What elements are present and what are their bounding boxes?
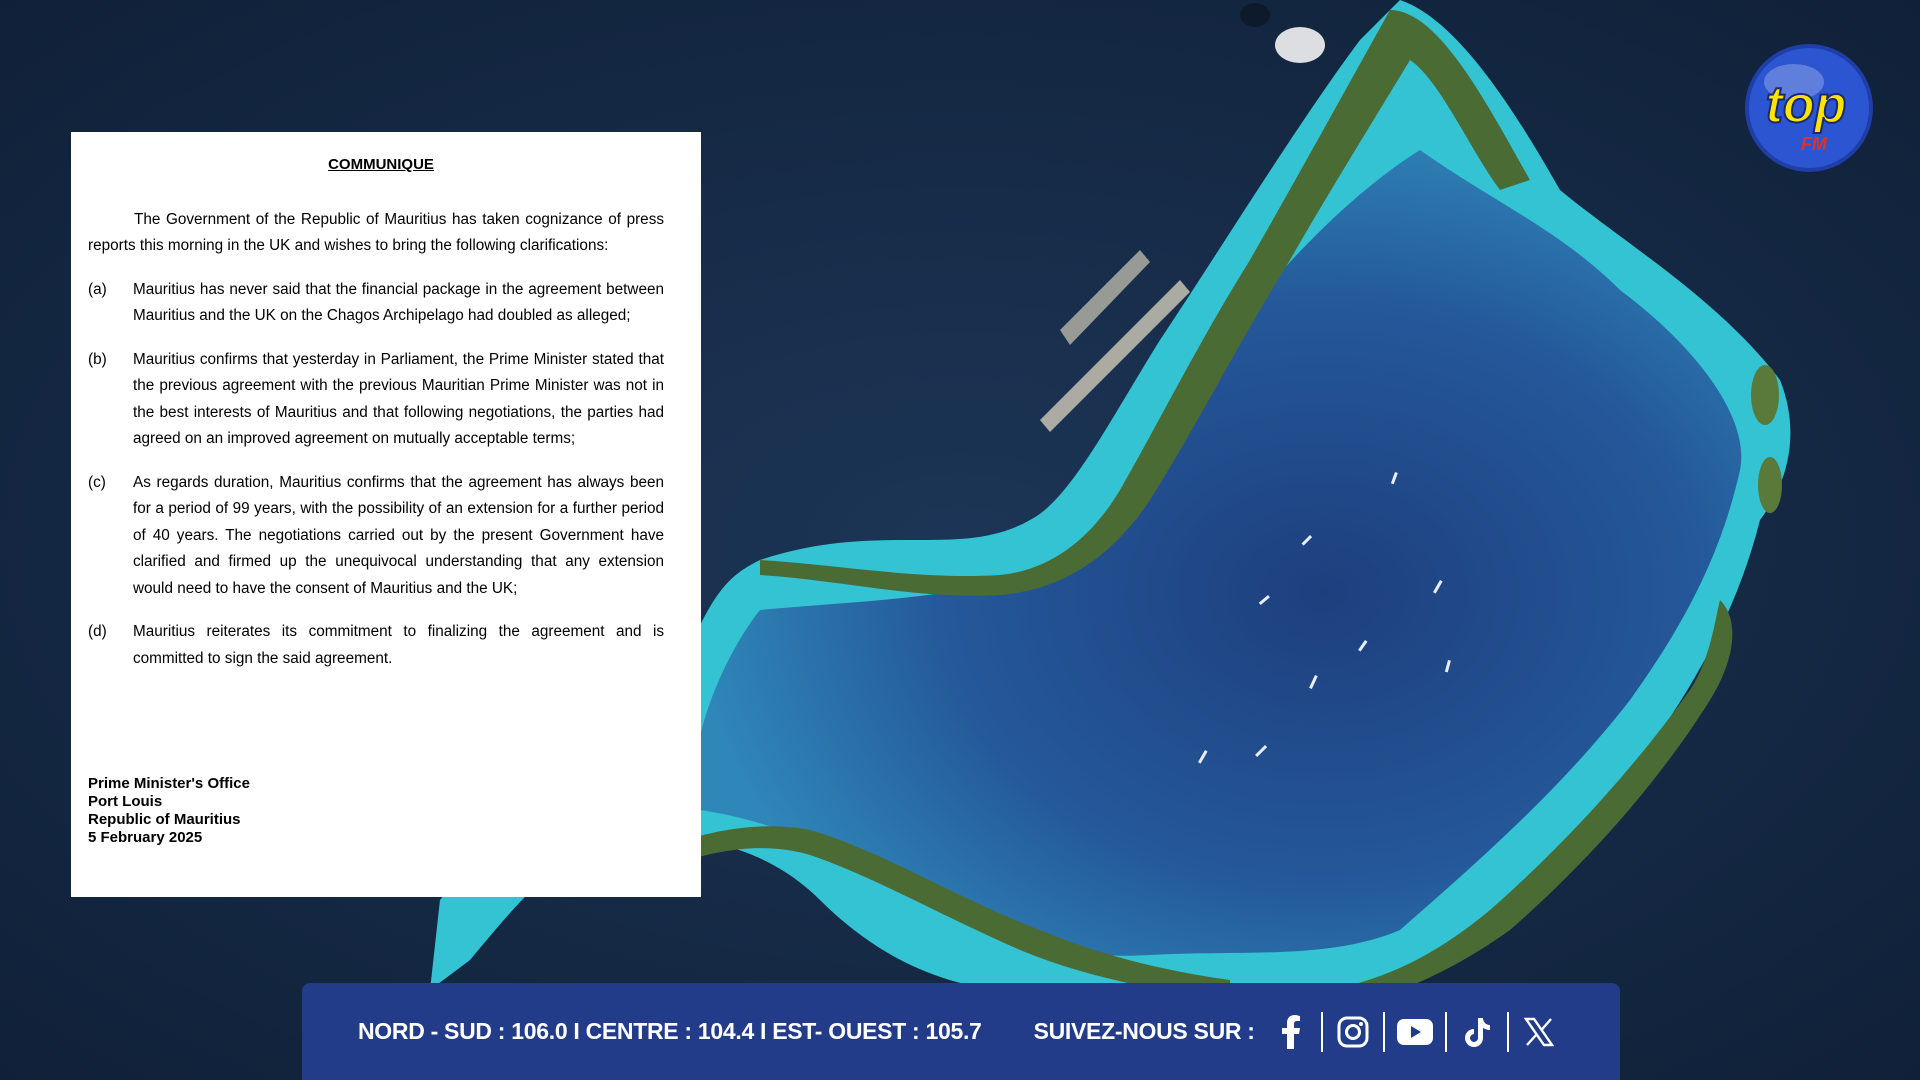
facebook-icon[interactable] xyxy=(1269,1012,1313,1052)
communique-document: COMMUNIQUE The Government of the Republi… xyxy=(71,132,701,897)
item-text: Mauritius has never said that the financ… xyxy=(133,280,664,325)
signature-country: Republic of Mauritius xyxy=(88,811,241,828)
item-letter: (c) xyxy=(88,473,106,491)
instagram-icon[interactable] xyxy=(1331,1012,1375,1052)
item-text: Mauritius confirms that yesterday in Par… xyxy=(133,350,664,448)
item-letter: (b) xyxy=(88,350,107,368)
item-text: Mauritius reiterates its commitment to f… xyxy=(133,623,664,667)
signature-date: 5 February 2025 xyxy=(88,829,203,846)
communique-item-a: (a) Mauritius has never said that the fi… xyxy=(88,277,664,330)
logo-fm-text: FM xyxy=(1801,134,1828,154)
logo-top-text: top xyxy=(1766,76,1847,134)
divider xyxy=(1506,1011,1509,1052)
social-links xyxy=(1269,1011,1561,1052)
communique-intro: The Government of the Republic of Maurit… xyxy=(88,210,664,255)
follow-us-label: SUIVEZ-NOUS SUR : xyxy=(1033,1018,1255,1044)
communique-title: COMMUNIQUE xyxy=(328,156,434,173)
signature-city: Port Louis xyxy=(88,793,163,810)
item-letter: (a) xyxy=(88,280,107,298)
x-icon[interactable] xyxy=(1517,1012,1561,1052)
tiktok-icon[interactable] xyxy=(1455,1012,1499,1052)
communique-signature: Prime Minister's Office Port Louis Repub… xyxy=(88,775,250,847)
top-fm-logo: top FM xyxy=(1742,40,1876,176)
youtube-icon[interactable] xyxy=(1393,1012,1437,1052)
item-letter: (d) xyxy=(88,623,107,640)
item-text: As regards duration, Mauritius confirms … xyxy=(133,473,664,597)
divider xyxy=(1444,1011,1447,1052)
divider xyxy=(1320,1011,1323,1052)
signature-office: Prime Minister's Office xyxy=(88,775,250,792)
communique-item-b: (b) Mauritius confirms that yesterday in… xyxy=(88,347,664,453)
communique-item-d: (d) Mauritius reiterates its commitment … xyxy=(88,619,664,672)
communique-item-c: (c) As regards duration, Mauritius confi… xyxy=(88,470,664,603)
frequencies-text: NORD - SUD : 106.0 I CENTRE : 104.4 I ES… xyxy=(358,1018,982,1044)
divider xyxy=(1382,1011,1385,1052)
footer-bar: NORD - SUD : 106.0 I CENTRE : 104.4 I ES… xyxy=(302,983,1620,1080)
